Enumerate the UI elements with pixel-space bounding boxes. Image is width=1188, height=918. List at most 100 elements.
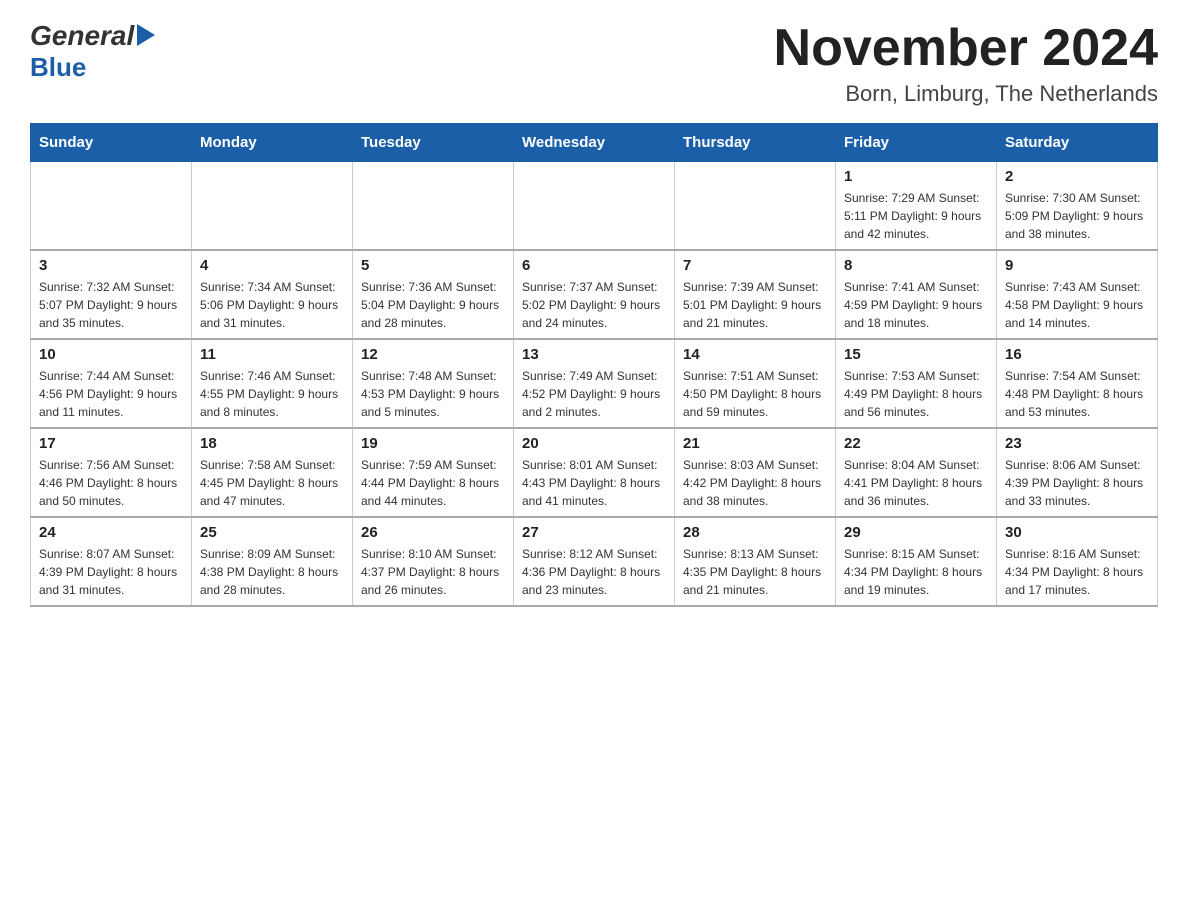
day-number: 5 — [361, 257, 505, 274]
day-info: Sunrise: 7:37 AM Sunset: 5:02 PM Dayligh… — [522, 278, 666, 332]
calendar-cell: 3 Sunrise: 7:32 AM Sunset: 5:07 PM Daylig… — [31, 250, 192, 339]
page-title: November 2024 — [774, 20, 1158, 77]
day-info: Sunrise: 7:44 AM Sunset: 4:56 PM Dayligh… — [39, 367, 183, 421]
day-info: Sunrise: 8:10 AM Sunset: 4:37 PM Dayligh… — [361, 545, 505, 599]
weekday-header-wednesday: Wednesday — [514, 124, 675, 162]
day-info: Sunrise: 7:48 AM Sunset: 4:53 PM Dayligh… — [361, 367, 505, 421]
weekday-header-tuesday: Tuesday — [353, 124, 514, 162]
day-info: Sunrise: 8:15 AM Sunset: 4:34 PM Dayligh… — [844, 545, 988, 599]
day-info: Sunrise: 7:32 AM Sunset: 5:07 PM Dayligh… — [39, 278, 183, 332]
day-info: Sunrise: 7:30 AM Sunset: 5:09 PM Dayligh… — [1005, 189, 1149, 243]
day-info: Sunrise: 8:09 AM Sunset: 4:38 PM Dayligh… — [200, 545, 344, 599]
calendar-cell — [675, 162, 836, 251]
day-info: Sunrise: 7:41 AM Sunset: 4:59 PM Dayligh… — [844, 278, 988, 332]
calendar-cell: 18 Sunrise: 7:58 AM Sunset: 4:45 PM Dayli… — [192, 428, 353, 517]
day-number: 13 — [522, 346, 666, 363]
day-number: 15 — [844, 346, 988, 363]
calendar-week-1: 1 Sunrise: 7:29 AM Sunset: 5:11 PM Daylig… — [31, 162, 1158, 251]
day-number: 20 — [522, 435, 666, 452]
day-number: 4 — [200, 257, 344, 274]
calendar-cell: 29 Sunrise: 8:15 AM Sunset: 4:34 PM Dayli… — [836, 517, 997, 606]
day-info: Sunrise: 7:51 AM Sunset: 4:50 PM Dayligh… — [683, 367, 827, 421]
day-number: 30 — [1005, 524, 1149, 541]
weekday-header-saturday: Saturday — [997, 124, 1158, 162]
day-number: 28 — [683, 524, 827, 541]
calendar-cell — [514, 162, 675, 251]
day-number: 7 — [683, 257, 827, 274]
calendar-week-2: 3 Sunrise: 7:32 AM Sunset: 5:07 PM Daylig… — [31, 250, 1158, 339]
day-number: 3 — [39, 257, 183, 274]
day-number: 16 — [1005, 346, 1149, 363]
day-number: 10 — [39, 346, 183, 363]
calendar-cell: 16 Sunrise: 7:54 AM Sunset: 4:48 PM Dayli… — [997, 339, 1158, 428]
day-info: Sunrise: 7:54 AM Sunset: 4:48 PM Dayligh… — [1005, 367, 1149, 421]
day-number: 29 — [844, 524, 988, 541]
calendar-cell: 7 Sunrise: 7:39 AM Sunset: 5:01 PM Daylig… — [675, 250, 836, 339]
calendar-cell: 21Sunrise: 8:03 AM Sunset: 4:42 PM Dayli… — [675, 428, 836, 517]
day-info: Sunrise: 7:49 AM Sunset: 4:52 PM Dayligh… — [522, 367, 666, 421]
day-info: Sunrise: 7:56 AM Sunset: 4:46 PM Dayligh… — [39, 456, 183, 510]
logo: General Blue — [30, 20, 155, 83]
day-number: 18 — [200, 435, 344, 452]
calendar-cell: 24Sunrise: 8:07 AM Sunset: 4:39 PM Dayli… — [31, 517, 192, 606]
logo-blue-word: Blue — [30, 52, 86, 83]
day-number: 9 — [1005, 257, 1149, 274]
logo-general-text: General — [30, 20, 155, 52]
day-info: Sunrise: 7:53 AM Sunset: 4:49 PM Dayligh… — [844, 367, 988, 421]
day-info: Sunrise: 8:06 AM Sunset: 4:39 PM Dayligh… — [1005, 456, 1149, 510]
calendar-week-5: 24Sunrise: 8:07 AM Sunset: 4:39 PM Dayli… — [31, 517, 1158, 606]
calendar-cell: 23 Sunrise: 8:06 AM Sunset: 4:39 PM Dayli… — [997, 428, 1158, 517]
calendar-table: SundayMondayTuesdayWednesdayThursdayFrid… — [30, 123, 1158, 607]
calendar-cell: 15 Sunrise: 7:53 AM Sunset: 4:49 PM Dayli… — [836, 339, 997, 428]
page-header: General Blue November 2024 Born, Limburg… — [30, 20, 1158, 107]
calendar-cell: 28Sunrise: 8:13 AM Sunset: 4:35 PM Dayli… — [675, 517, 836, 606]
weekday-header-sunday: Sunday — [31, 124, 192, 162]
day-number: 12 — [361, 346, 505, 363]
calendar-week-3: 10 Sunrise: 7:44 AM Sunset: 4:56 PM Dayli… — [31, 339, 1158, 428]
calendar-cell: 11Sunrise: 7:46 AM Sunset: 4:55 PM Dayli… — [192, 339, 353, 428]
weekday-header-thursday: Thursday — [675, 124, 836, 162]
logo-arrow-icon — [137, 24, 155, 46]
day-info: Sunrise: 7:58 AM Sunset: 4:45 PM Dayligh… — [200, 456, 344, 510]
calendar-cell: 26 Sunrise: 8:10 AM Sunset: 4:37 PM Dayli… — [353, 517, 514, 606]
calendar-cell: 1 Sunrise: 7:29 AM Sunset: 5:11 PM Daylig… — [836, 162, 997, 251]
calendar-cell: 17 Sunrise: 7:56 AM Sunset: 4:46 PM Dayli… — [31, 428, 192, 517]
logo-general-word: General — [30, 20, 134, 52]
calendar-cell: 22Sunrise: 8:04 AM Sunset: 4:41 PM Dayli… — [836, 428, 997, 517]
calendar-cell: 20Sunrise: 8:01 AM Sunset: 4:43 PM Dayli… — [514, 428, 675, 517]
calendar-cell: 8 Sunrise: 7:41 AM Sunset: 4:59 PM Daylig… — [836, 250, 997, 339]
calendar-header-row: SundayMondayTuesdayWednesdayThursdayFrid… — [31, 124, 1158, 162]
day-info: Sunrise: 7:39 AM Sunset: 5:01 PM Dayligh… — [683, 278, 827, 332]
day-number: 27 — [522, 524, 666, 541]
day-number: 1 — [844, 168, 988, 185]
day-info: Sunrise: 8:03 AM Sunset: 4:42 PM Dayligh… — [683, 456, 827, 510]
day-number: 24 — [39, 524, 183, 541]
calendar-cell: 30Sunrise: 8:16 AM Sunset: 4:34 PM Dayli… — [997, 517, 1158, 606]
day-number: 19 — [361, 435, 505, 452]
calendar-cell — [31, 162, 192, 251]
day-number: 17 — [39, 435, 183, 452]
calendar-cell — [192, 162, 353, 251]
day-info: Sunrise: 7:36 AM Sunset: 5:04 PM Dayligh… — [361, 278, 505, 332]
calendar-cell: 10 Sunrise: 7:44 AM Sunset: 4:56 PM Dayli… — [31, 339, 192, 428]
title-area: November 2024 Born, Limburg, The Netherl… — [774, 20, 1158, 107]
page-subtitle: Born, Limburg, The Netherlands — [774, 81, 1158, 107]
day-info: Sunrise: 7:29 AM Sunset: 5:11 PM Dayligh… — [844, 189, 988, 243]
day-info: Sunrise: 7:59 AM Sunset: 4:44 PM Dayligh… — [361, 456, 505, 510]
calendar-cell: 5 Sunrise: 7:36 AM Sunset: 5:04 PM Daylig… — [353, 250, 514, 339]
day-number: 23 — [1005, 435, 1149, 452]
calendar-cell: 25 Sunrise: 8:09 AM Sunset: 4:38 PM Dayli… — [192, 517, 353, 606]
day-info: Sunrise: 8:04 AM Sunset: 4:41 PM Dayligh… — [844, 456, 988, 510]
calendar-cell: 27 Sunrise: 8:12 AM Sunset: 4:36 PM Dayli… — [514, 517, 675, 606]
day-info: Sunrise: 8:12 AM Sunset: 4:36 PM Dayligh… — [522, 545, 666, 599]
calendar-cell: 2Sunrise: 7:30 AM Sunset: 5:09 PM Daylig… — [997, 162, 1158, 251]
weekday-header-monday: Monday — [192, 124, 353, 162]
day-number: 25 — [200, 524, 344, 541]
calendar-cell: 9Sunrise: 7:43 AM Sunset: 4:58 PM Daylig… — [997, 250, 1158, 339]
weekday-header-friday: Friday — [836, 124, 997, 162]
calendar-cell: 6 Sunrise: 7:37 AM Sunset: 5:02 PM Daylig… — [514, 250, 675, 339]
day-number: 8 — [844, 257, 988, 274]
day-number: 26 — [361, 524, 505, 541]
day-number: 6 — [522, 257, 666, 274]
calendar-cell: 14Sunrise: 7:51 AM Sunset: 4:50 PM Dayli… — [675, 339, 836, 428]
